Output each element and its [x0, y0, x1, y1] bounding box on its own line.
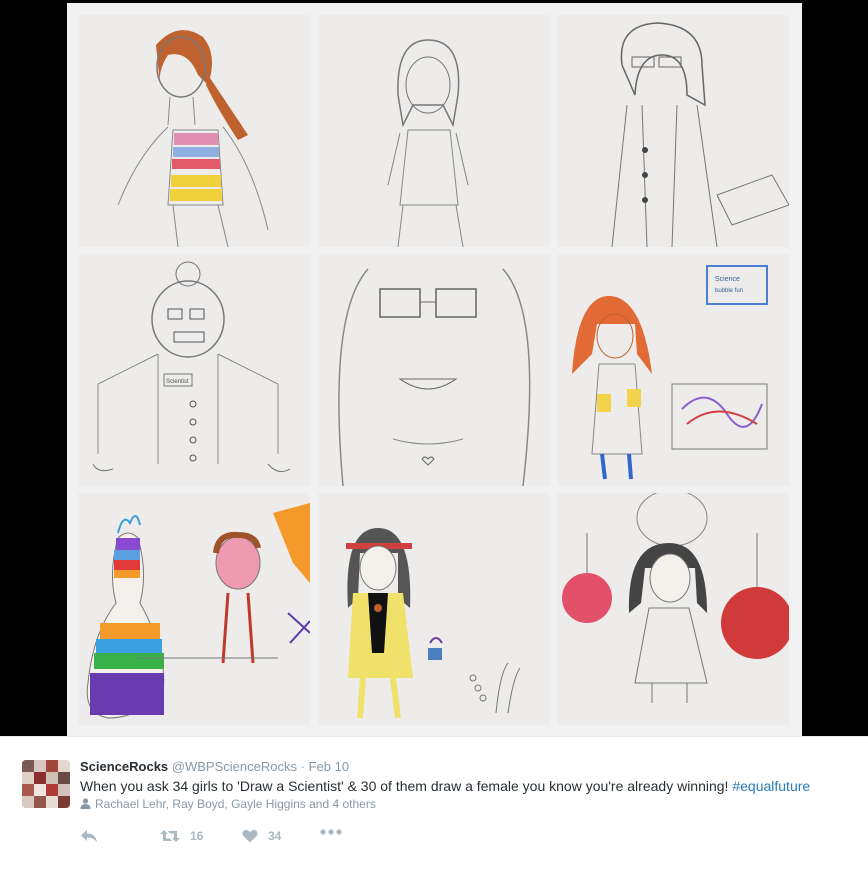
drawing-8: [318, 493, 550, 725]
retweet-button[interactable]: 16: [160, 829, 203, 843]
drawing-7: [78, 493, 310, 725]
reply-icon: [81, 830, 97, 842]
tagged-users[interactable]: Rachael Lehr, Ray Boyd, Gayle Higgins an…: [80, 797, 376, 811]
tweet-media[interactable]: Scientist Science bubble fun: [0, 0, 868, 736]
hashtag-link[interactable]: #equalfuture: [732, 778, 810, 794]
drawing-3: [557, 15, 789, 247]
retweet-count: 16: [190, 829, 204, 843]
reply-button[interactable]: [80, 829, 98, 843]
separator-dot: ·: [300, 759, 305, 774]
tweet-body: When you ask 34 girls to 'Draw a Scienti…: [80, 778, 733, 794]
timestamp[interactable]: Feb 10: [309, 759, 349, 774]
drawing-collage: Scientist Science bubble fun: [67, 3, 802, 736]
username[interactable]: @WBPScienceRocks: [172, 759, 297, 774]
like-count: 34: [268, 829, 282, 843]
tweet-text: When you ask 34 girls to 'Draw a Scienti…: [80, 778, 810, 794]
drawing-2: [318, 15, 550, 247]
poster-sublabel: bubble fun: [715, 288, 743, 294]
retweet-icon: [160, 830, 180, 842]
like-icon: [242, 829, 258, 843]
drawing-4: Scientist: [78, 254, 310, 486]
badge-label: Scientist: [166, 379, 189, 385]
tagged-names: Rachael Lehr, Ray Boyd, Gayle Higgins an…: [95, 797, 376, 811]
drawing-6: Science bubble fun: [557, 254, 789, 486]
drawing-9: [557, 493, 789, 725]
more-button[interactable]: [320, 829, 342, 835]
display-name[interactable]: ScienceRocks: [80, 759, 168, 774]
drawing-5: [318, 254, 550, 486]
drawing-1: [78, 15, 310, 247]
tweet-actions: 16 34: [80, 829, 480, 849]
poster-label: Science: [715, 276, 740, 283]
person-icon: [80, 798, 91, 809]
tweet-card: ScienceRocks @WBPScienceRocks · Feb 10 W…: [0, 736, 868, 870]
avatar[interactable]: [22, 760, 70, 808]
like-button[interactable]: 34: [242, 829, 281, 843]
tweet-header: ScienceRocks @WBPScienceRocks · Feb 10: [80, 759, 349, 774]
more-icon: [320, 829, 342, 835]
